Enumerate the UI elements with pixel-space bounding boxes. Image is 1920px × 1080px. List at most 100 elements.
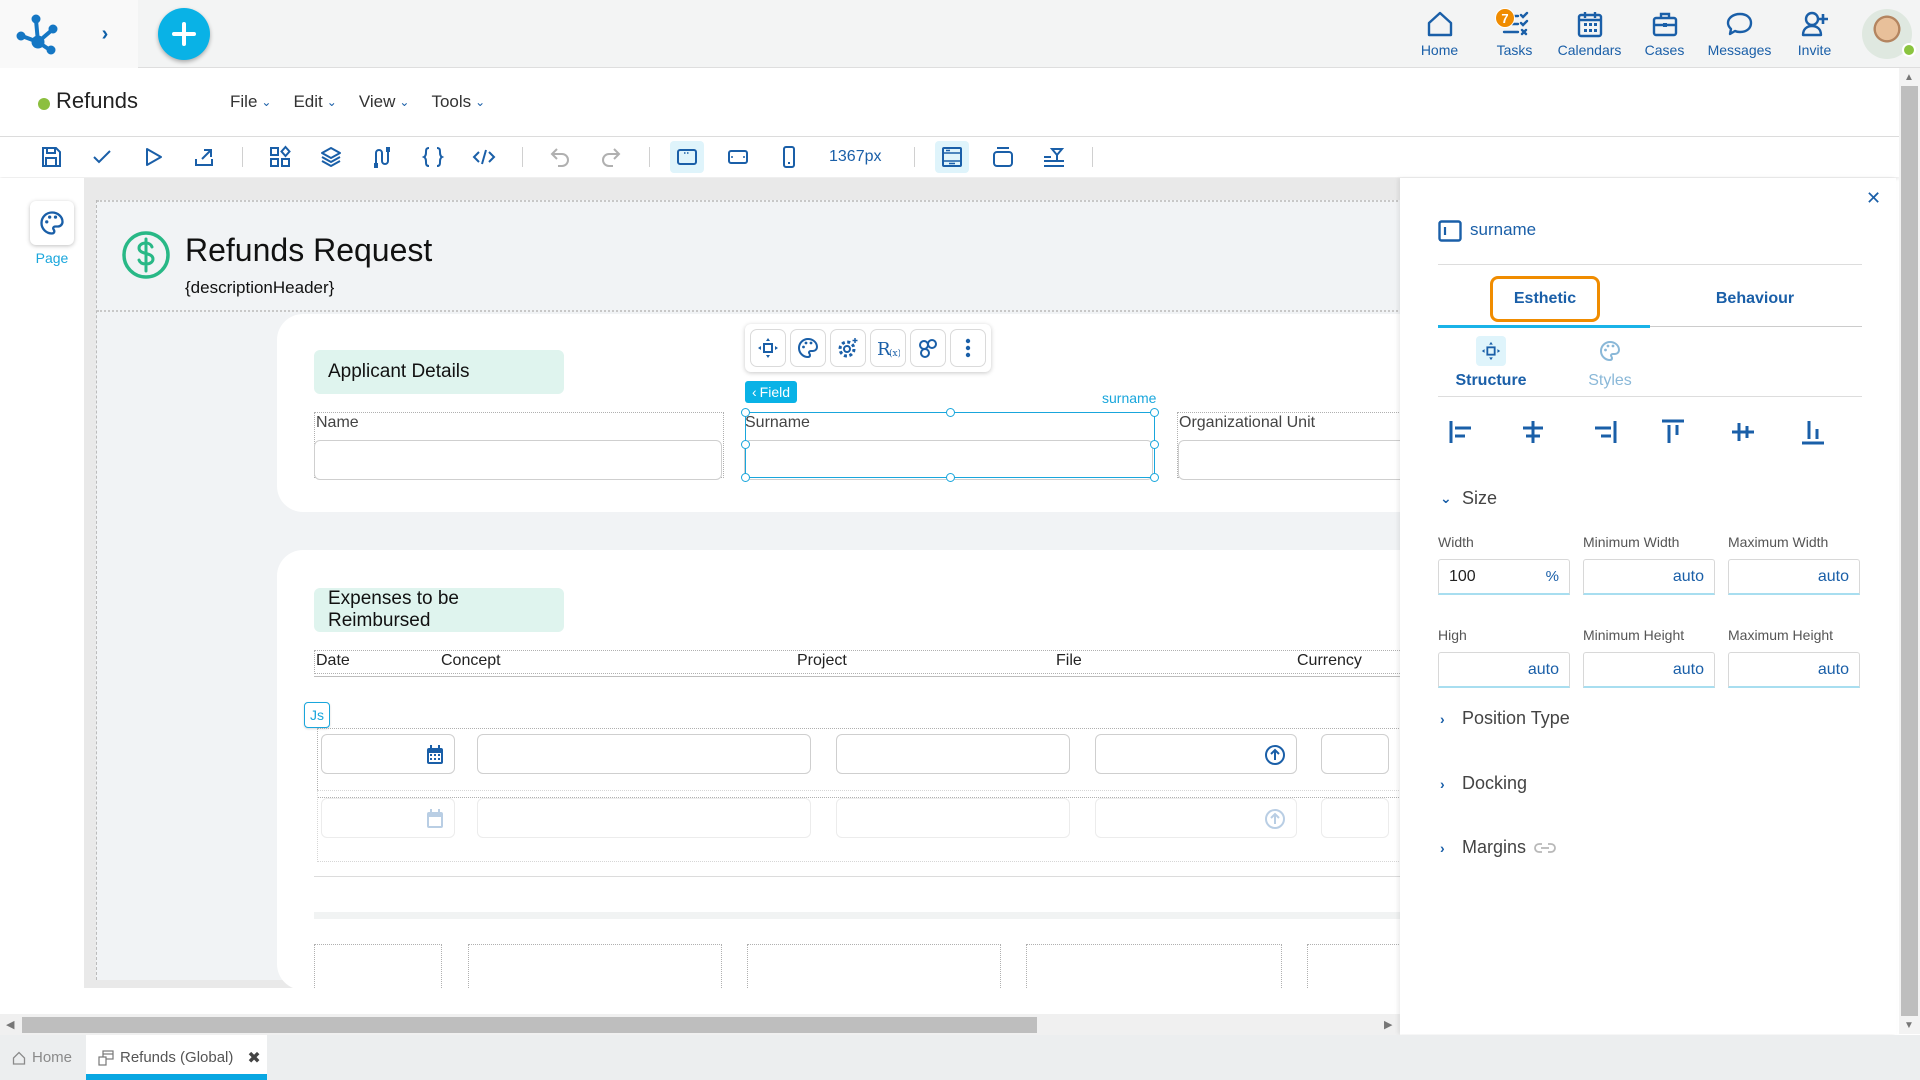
page-properties-button[interactable] [30,201,74,245]
height-input[interactable]: auto [1438,652,1570,688]
tab-esthetic[interactable]: Esthetic [1490,276,1600,322]
nav-messages[interactable]: Messages [1702,0,1777,68]
move-resize-tool[interactable] [750,329,786,367]
vertical-scrollbar[interactable]: ▲ ▼ [1899,68,1920,1034]
rules-tool[interactable]: R (x) [870,329,906,367]
column-header-date[interactable]: Date [316,652,350,670]
bottom-tab-home[interactable]: Home [12,1035,72,1080]
nav-home[interactable]: Home [1402,0,1477,68]
scroll-up-arrow-icon[interactable]: ▲ [1904,72,1914,83]
desktop-view-button[interactable] [670,141,704,173]
menu-view[interactable]: View ⌄ [359,92,410,112]
column-header-file[interactable]: File [1056,652,1082,670]
undo-button[interactable] [543,141,577,173]
date-input[interactable] [321,734,455,774]
integrations-button[interactable] [365,141,399,173]
align-top-icon[interactable] [1658,418,1688,446]
align-right-icon[interactable] [1588,418,1618,446]
style-tool[interactable] [790,329,826,367]
layers-button[interactable] [314,141,348,173]
close-tab-icon[interactable]: ✖ [247,1048,260,1068]
section-header-applicant[interactable]: Applicant Details [314,350,564,394]
margins-section-toggle[interactable]: › Margins [1440,837,1556,858]
page-layout-button[interactable] [934,141,969,173]
width-unit[interactable]: % [1546,568,1559,585]
column-header-currency[interactable]: Currency [1297,652,1362,670]
nav-calendars[interactable]: Calendars [1552,0,1627,68]
size-section-toggle[interactable]: ⌄ Size [1440,488,1497,509]
tab-behaviour[interactable]: Behaviour [1650,276,1860,322]
concept-input[interactable] [477,734,811,774]
resize-handle-sw[interactable] [741,473,750,482]
resize-handle-se[interactable] [1150,473,1159,482]
close-panel-icon[interactable]: ✕ [1866,188,1881,209]
run-button[interactable] [136,141,170,173]
variables-button[interactable] [416,141,450,173]
selection-box[interactable] [745,412,1155,478]
scroll-down-arrow-icon[interactable]: ▼ [1904,1020,1914,1031]
expand-sidebar-chevron-icon[interactable]: › [96,22,114,46]
column-header-concept[interactable]: Concept [441,652,501,670]
menu-tools[interactable]: Tools ⌄ [431,92,485,112]
menu-edit[interactable]: Edit ⌄ [293,92,336,112]
validate-button[interactable] [85,141,119,173]
horizontal-scroll-thumb[interactable] [22,1017,1037,1033]
properties-tool[interactable] [830,329,866,367]
bottom-tab-refunds[interactable]: Refunds (Global) ✖ [86,1035,267,1080]
subtab-structure[interactable]: Structure [1451,336,1531,390]
design-canvas[interactable]: Refunds Request {descriptionHeader} Appl… [84,178,1400,988]
components-button[interactable] [263,141,297,173]
page-header[interactable]: Refunds Request {descriptionHeader} [97,200,1400,312]
name-input[interactable] [314,440,722,480]
nav-invite[interactable]: Invite [1777,0,1852,68]
redo-button[interactable] [594,141,628,173]
relations-tool[interactable] [910,329,946,367]
menu-file[interactable]: File ⌄ [230,92,271,112]
more-options-tool[interactable] [950,329,986,367]
resize-handle-e[interactable] [1150,440,1159,449]
vertical-scroll-thumb[interactable] [1901,86,1918,1016]
scroll-left-arrow-icon[interactable]: ◀ [6,1018,14,1031]
resize-handle-w[interactable] [741,440,750,449]
add-button[interactable] [158,8,210,60]
nav-cases[interactable]: Cases [1627,0,1702,68]
resize-handle-ne[interactable] [1150,408,1159,417]
docking-section-toggle[interactable]: › Docking [1440,773,1527,794]
app-logo-icon[interactable] [16,12,60,56]
export-button[interactable] [187,141,221,173]
link-icon[interactable] [1534,842,1556,854]
select-parent-field-button[interactable]: ‹ Field [745,381,797,403]
align-bottom-icon[interactable] [1798,418,1828,446]
code-button[interactable] [467,141,501,173]
width-input[interactable]: 100% [1438,559,1570,595]
currency-input[interactable] [1321,734,1389,774]
max-width-input[interactable]: auto [1728,559,1860,595]
resize-handle-n[interactable] [946,408,955,417]
position-type-section-toggle[interactable]: › Position Type [1440,708,1570,729]
viewport-width[interactable]: 1367px [829,148,882,166]
save-button[interactable] [34,141,68,173]
subtab-styles[interactable]: Styles [1570,336,1650,390]
min-width-input[interactable]: auto [1583,559,1715,595]
file-input[interactable] [1095,734,1297,774]
tablet-view-button[interactable] [721,141,755,173]
resize-handle-s[interactable] [946,473,955,482]
styles-wizard-button[interactable] [1037,141,1071,173]
align-middle-vertical-icon[interactable] [1728,418,1758,446]
mobile-view-button[interactable] [772,141,806,173]
align-center-horizontal-icon[interactable] [1518,418,1548,446]
align-left-icon[interactable] [1448,418,1478,446]
min-height-input[interactable]: auto [1583,652,1715,688]
js-events-chip[interactable]: Js [304,702,330,728]
resize-handle-nw[interactable] [741,408,750,417]
section-header-expenses[interactable]: Expenses to be Reimbursed [314,588,564,632]
nav-tasks[interactable]: 7 Tasks [1477,0,1552,68]
container-button[interactable] [986,141,1020,173]
organizational-unit-input[interactable] [1178,440,1400,480]
user-avatar[interactable] [1862,9,1916,59]
scroll-right-arrow-icon[interactable]: ▶ [1384,1018,1392,1031]
project-input[interactable] [836,734,1070,774]
horizontal-scrollbar[interactable]: ◀ ▶ [0,1014,1400,1035]
max-height-input[interactable]: auto [1728,652,1860,688]
column-header-project[interactable]: Project [797,652,847,670]
